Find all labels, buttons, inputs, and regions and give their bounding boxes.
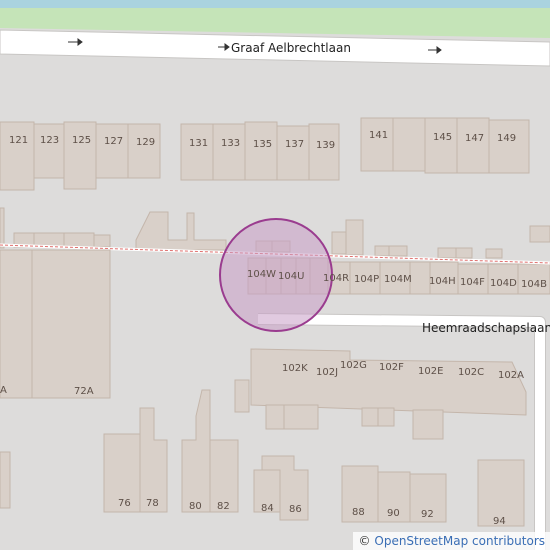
house-number: 129 — [136, 137, 155, 148]
house-number: 102G — [340, 360, 367, 371]
house-number: 104F — [460, 277, 485, 288]
map-attribution[interactable]: © OpenStreetMap contributors — [352, 532, 550, 550]
house-number: 94 — [493, 516, 506, 527]
house-number: 104P — [354, 274, 379, 285]
house-number: 102K — [282, 363, 308, 374]
house-number: 84 — [261, 503, 274, 514]
house-number: 82 — [217, 501, 230, 512]
house-number: 139 — [316, 140, 335, 151]
street-label-heemraadschapslaan: Heemraadschapslaan — [422, 321, 550, 335]
copyright-symbol: © — [358, 534, 371, 548]
map-view[interactable]: Graaf Aelbrechtlaan Heemraadschapslaan 1… — [0, 0, 550, 550]
house-number: 127 — [104, 136, 123, 147]
house-number: 104M — [384, 274, 412, 285]
house-numbers-bottom: 76 78 80 82 84 86 88 90 92 94 — [118, 498, 506, 527]
attribution-link[interactable]: OpenStreetMap contributors — [374, 534, 545, 548]
house-number: 102J — [316, 367, 338, 378]
house-number: 104R — [323, 273, 349, 284]
house-number: 86 — [289, 504, 302, 515]
house-number: 145 — [433, 132, 452, 143]
house-number: 121 — [9, 135, 28, 146]
house-number: 131 — [189, 138, 208, 149]
house-number: 123 — [40, 135, 59, 146]
house-number: 88 — [352, 507, 365, 518]
house-number: 80 — [189, 501, 202, 512]
house-number: 133 — [221, 138, 240, 149]
house-number: 90 — [387, 508, 400, 519]
house-number: 76 — [118, 498, 131, 509]
house-number: 104H — [429, 276, 456, 287]
house-number: 72A — [74, 386, 94, 397]
water-area — [0, 0, 550, 8]
house-number: 104W — [247, 269, 276, 280]
house-number: 104U — [278, 271, 304, 282]
house-number: 102E — [418, 366, 443, 377]
house-number: 125 — [72, 135, 91, 146]
house-number: 104B — [521, 279, 547, 290]
house-number: A — [0, 385, 7, 396]
house-number: 102C — [458, 367, 484, 378]
house-number: 102F — [379, 362, 404, 373]
buildings-left — [0, 249, 111, 399]
house-number: 102A — [498, 370, 524, 381]
house-number: 104D — [490, 278, 517, 289]
buildings-top-row — [0, 117, 530, 191]
location-marker[interactable] — [219, 218, 333, 332]
house-number: 92 — [421, 509, 434, 520]
house-number: 137 — [285, 139, 304, 150]
map-canvas[interactable]: Graaf Aelbrechtlaan Heemraadschapslaan 1… — [0, 0, 550, 550]
house-number: 149 — [497, 133, 516, 144]
street-label-graaf-aelbrechtlaan: Graaf Aelbrechtlaan — [231, 41, 351, 55]
house-number: 141 — [369, 130, 388, 141]
house-number: 147 — [465, 133, 484, 144]
house-number: 135 — [253, 139, 272, 150]
house-number: 78 — [146, 498, 159, 509]
